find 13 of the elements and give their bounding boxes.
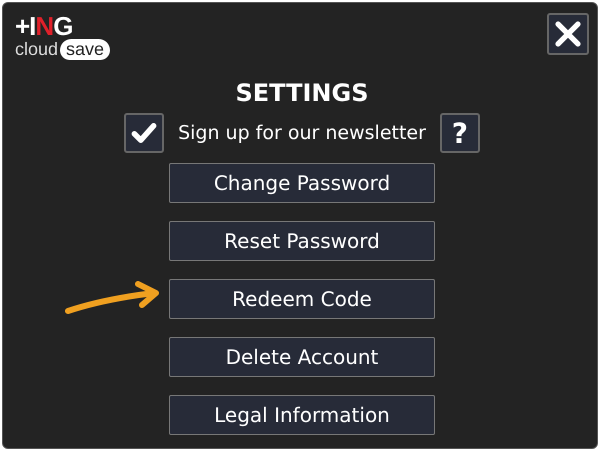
help-button[interactable]: ? <box>440 113 480 153</box>
newsletter-checkbox[interactable] <box>124 113 164 153</box>
menu-button[interactable]: Change Password <box>169 163 435 203</box>
menu-button[interactable]: Delete Account <box>169 337 435 377</box>
settings-title: SETTINGS <box>236 79 368 107</box>
menu-button[interactable]: Legal Information <box>169 395 435 435</box>
logo-cloud-badge: save <box>60 39 110 60</box>
newsletter-label: Sign up for our newsletter <box>178 122 426 144</box>
logo-text: cloud <box>15 39 58 60</box>
logo-wordmark: +ING <box>15 13 74 39</box>
close-button[interactable] <box>547 13 589 55</box>
menu-button[interactable]: Reset Password <box>169 221 435 261</box>
menu-button[interactable]: Redeem Code <box>169 279 435 319</box>
